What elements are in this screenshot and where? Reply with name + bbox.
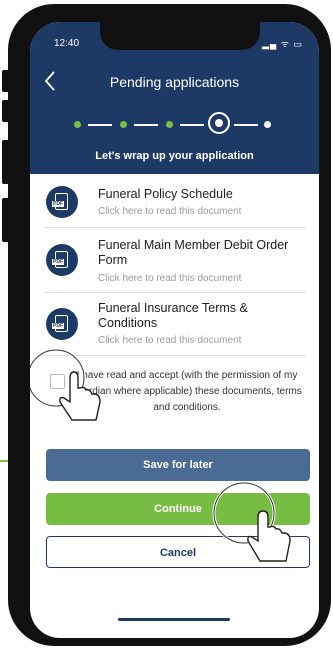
phone-side-button [2,198,10,242]
step-connector [134,124,158,126]
pdf-document-icon: PDF [46,308,78,340]
phone-screen: 12:40 ▂▄ ᯤ ▭ Pending applications Let's … [30,22,319,638]
step-pending-5 [264,121,271,128]
step-complete-3 [166,121,173,128]
header-subtitle: Let's wrap up your application [95,150,254,162]
document-link[interactable]: Click here to read this document [98,335,241,346]
phone-side-button [2,140,10,184]
pdf-document-icon: PDF [46,244,78,276]
status-icons: ▂▄ ᯤ ▭ [262,39,304,49]
step-connector [88,124,112,126]
tap-hand-icon [212,481,291,562]
progress-stepper [74,112,274,138]
consent-text: I have read and accept (with the permiss… [72,370,302,413]
step-connector [234,124,258,126]
document-title: Funeral Policy Schedule [98,187,233,201]
document-title: Funeral Insurance Terms & Conditions [98,301,248,330]
document-item-policy-schedule[interactable]: PDF Funeral Policy Schedule Click here t… [44,177,306,228]
phone-side-button [325,150,331,210]
status-time: 12:40 [54,38,80,49]
step-complete-2 [120,121,127,128]
home-indicator [118,618,230,621]
phone-notch [100,22,260,50]
document-link[interactable]: Click here to read this document [98,206,241,217]
document-title: Funeral Main Member Debit Order Form [98,238,289,267]
step-complete-1 [74,121,81,128]
phone-side-button [2,70,10,92]
document-link[interactable]: Click here to read this document [98,273,241,284]
pdf-document-icon: PDF [46,186,78,218]
step-connector [180,124,204,126]
app-header: 12:40 ▂▄ ᯤ ▭ Pending applications Let's … [30,22,319,174]
tap-hand-icon [30,348,101,421]
phone-frame: 12:40 ▂▄ ᯤ ▭ Pending applications Let's … [8,4,331,646]
page-title: Pending applications [109,74,240,90]
phone-side-button [2,100,10,122]
document-item-debit-order[interactable]: PDF Funeral Main Member Debit Order Form… [44,228,306,293]
step-current [208,112,230,134]
